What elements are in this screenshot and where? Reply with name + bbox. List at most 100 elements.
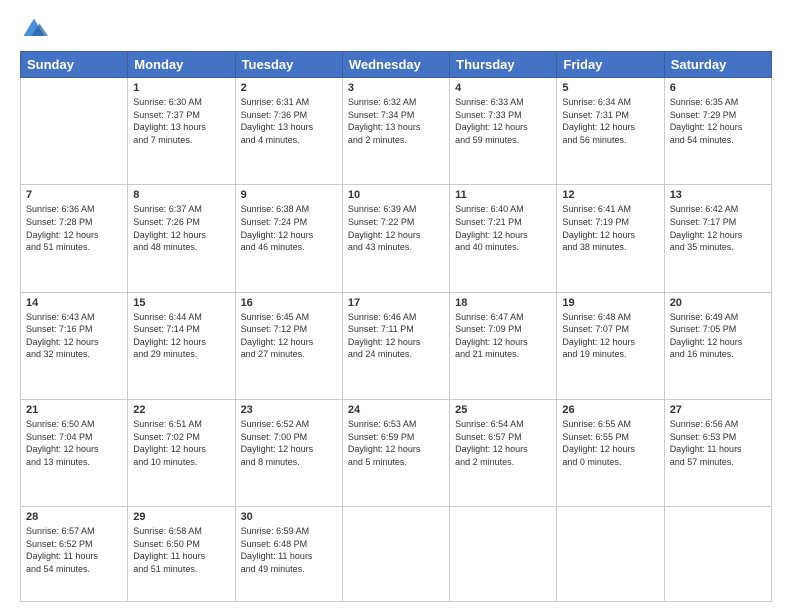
day-info: Sunrise: 6:49 AMSunset: 7:05 PMDaylight:… bbox=[670, 311, 766, 361]
calendar-week-row: 14 Sunrise: 6:43 AMSunset: 7:16 PMDayligh… bbox=[21, 292, 772, 399]
calendar-table: SundayMondayTuesdayWednesdayThursdayFrid… bbox=[20, 51, 772, 602]
day-info: Sunrise: 6:58 AMSunset: 6:50 PMDaylight:… bbox=[133, 525, 229, 575]
day-number: 14 bbox=[26, 297, 122, 309]
day-info: Sunrise: 6:34 AMSunset: 7:31 PMDaylight:… bbox=[562, 96, 658, 146]
day-number: 22 bbox=[133, 404, 229, 416]
calendar-cell: 18 Sunrise: 6:47 AMSunset: 7:09 PMDayligh… bbox=[450, 292, 557, 399]
calendar-cell: 20 Sunrise: 6:49 AMSunset: 7:05 PMDayligh… bbox=[664, 292, 771, 399]
calendar-cell bbox=[664, 507, 771, 602]
day-number: 28 bbox=[26, 511, 122, 523]
calendar-cell: 29 Sunrise: 6:58 AMSunset: 6:50 PMDayligh… bbox=[128, 507, 235, 602]
day-number: 4 bbox=[455, 82, 551, 94]
day-number: 26 bbox=[562, 404, 658, 416]
day-number: 21 bbox=[26, 404, 122, 416]
calendar-cell bbox=[21, 78, 128, 185]
logo bbox=[20, 15, 52, 43]
day-number: 17 bbox=[348, 297, 444, 309]
calendar-day-header: Monday bbox=[128, 52, 235, 78]
calendar-week-row: 21Sunrise: 6:50 AMSunset: 7:04 PMDayligh… bbox=[21, 399, 772, 506]
calendar-cell: 17 Sunrise: 6:46 AMSunset: 7:11 PMDayligh… bbox=[342, 292, 449, 399]
day-info: Sunrise: 6:47 AMSunset: 7:09 PMDaylight:… bbox=[455, 311, 551, 361]
calendar-cell: 7 Sunrise: 6:36 AMSunset: 7:28 PMDaylight… bbox=[21, 185, 128, 292]
calendar-cell: 14 Sunrise: 6:43 AMSunset: 7:16 PMDayligh… bbox=[21, 292, 128, 399]
day-number: 10 bbox=[348, 189, 444, 201]
calendar-day-header: Saturday bbox=[664, 52, 771, 78]
day-info: Sunrise: 6:35 AMSunset: 7:29 PMDaylight:… bbox=[670, 96, 766, 146]
day-number: 30 bbox=[241, 511, 337, 523]
calendar-cell: 9 Sunrise: 6:38 AMSunset: 7:24 PMDaylight… bbox=[235, 185, 342, 292]
calendar-cell: 13Sunrise: 6:42 AMSunset: 7:17 PMDayligh… bbox=[664, 185, 771, 292]
calendar-cell: 10Sunrise: 6:39 AMSunset: 7:22 PMDayligh… bbox=[342, 185, 449, 292]
calendar-cell: 30 Sunrise: 6:59 AMSunset: 6:48 PMDayligh… bbox=[235, 507, 342, 602]
day-number: 23 bbox=[241, 404, 337, 416]
calendar-cell: 6 Sunrise: 6:35 AMSunset: 7:29 PMDaylight… bbox=[664, 78, 771, 185]
calendar-cell: 11Sunrise: 6:40 AMSunset: 7:21 PMDayligh… bbox=[450, 185, 557, 292]
calendar-cell bbox=[557, 507, 664, 602]
day-info: Sunrise: 6:36 AMSunset: 7:28 PMDaylight:… bbox=[26, 203, 122, 253]
day-number: 13 bbox=[670, 189, 766, 201]
calendar-cell: 25Sunrise: 6:54 AMSunset: 6:57 PMDayligh… bbox=[450, 399, 557, 506]
day-info: Sunrise: 6:54 AMSunset: 6:57 PMDaylight:… bbox=[455, 418, 551, 468]
day-number: 20 bbox=[670, 297, 766, 309]
day-info: Sunrise: 6:31 AMSunset: 7:36 PMDaylight:… bbox=[241, 96, 337, 146]
day-number: 7 bbox=[26, 189, 122, 201]
calendar-day-header: Tuesday bbox=[235, 52, 342, 78]
day-info: Sunrise: 6:38 AMSunset: 7:24 PMDaylight:… bbox=[241, 203, 337, 253]
calendar-day-header: Thursday bbox=[450, 52, 557, 78]
calendar-week-row: 7 Sunrise: 6:36 AMSunset: 7:28 PMDaylight… bbox=[21, 185, 772, 292]
calendar-cell: 2 Sunrise: 6:31 AMSunset: 7:36 PMDaylight… bbox=[235, 78, 342, 185]
day-number: 2 bbox=[241, 82, 337, 94]
day-info: Sunrise: 6:52 AMSunset: 7:00 PMDaylight:… bbox=[241, 418, 337, 468]
day-number: 12 bbox=[562, 189, 658, 201]
day-number: 27 bbox=[670, 404, 766, 416]
day-number: 1 bbox=[133, 82, 229, 94]
day-info: Sunrise: 6:32 AMSunset: 7:34 PMDaylight:… bbox=[348, 96, 444, 146]
day-info: Sunrise: 6:37 AMSunset: 7:26 PMDaylight:… bbox=[133, 203, 229, 253]
day-info: Sunrise: 6:43 AMSunset: 7:16 PMDaylight:… bbox=[26, 311, 122, 361]
day-number: 19 bbox=[562, 297, 658, 309]
calendar-cell bbox=[450, 507, 557, 602]
calendar-cell: 23 Sunrise: 6:52 AMSunset: 7:00 PMDayligh… bbox=[235, 399, 342, 506]
day-number: 15 bbox=[133, 297, 229, 309]
calendar-cell: 27 Sunrise: 6:56 AMSunset: 6:53 PMDayligh… bbox=[664, 399, 771, 506]
day-info: Sunrise: 6:45 AMSunset: 7:12 PMDaylight:… bbox=[241, 311, 337, 361]
calendar-day-header: Wednesday bbox=[342, 52, 449, 78]
day-number: 18 bbox=[455, 297, 551, 309]
day-number: 16 bbox=[241, 297, 337, 309]
day-info: Sunrise: 6:46 AMSunset: 7:11 PMDaylight:… bbox=[348, 311, 444, 361]
calendar-cell: 8Sunrise: 6:37 AMSunset: 7:26 PMDaylight… bbox=[128, 185, 235, 292]
day-number: 6 bbox=[670, 82, 766, 94]
calendar-week-row: 1 Sunrise: 6:30 AMSunset: 7:37 PMDaylight… bbox=[21, 78, 772, 185]
calendar-cell: 21Sunrise: 6:50 AMSunset: 7:04 PMDayligh… bbox=[21, 399, 128, 506]
day-info: Sunrise: 6:56 AMSunset: 6:53 PMDaylight:… bbox=[670, 418, 766, 468]
calendar-cell: 15Sunrise: 6:44 AMSunset: 7:14 PMDayligh… bbox=[128, 292, 235, 399]
calendar-cell: 1 Sunrise: 6:30 AMSunset: 7:37 PMDaylight… bbox=[128, 78, 235, 185]
calendar-cell: 26Sunrise: 6:55 AMSunset: 6:55 PMDayligh… bbox=[557, 399, 664, 506]
header bbox=[20, 15, 772, 43]
day-number: 9 bbox=[241, 189, 337, 201]
calendar-cell: 4 Sunrise: 6:33 AMSunset: 7:33 PMDaylight… bbox=[450, 78, 557, 185]
day-number: 3 bbox=[348, 82, 444, 94]
day-info: Sunrise: 6:30 AMSunset: 7:37 PMDaylight:… bbox=[133, 96, 229, 146]
calendar-header-row: SundayMondayTuesdayWednesdayThursdayFrid… bbox=[21, 52, 772, 78]
calendar-cell: 16 Sunrise: 6:45 AMSunset: 7:12 PMDayligh… bbox=[235, 292, 342, 399]
day-info: Sunrise: 6:41 AMSunset: 7:19 PMDaylight:… bbox=[562, 203, 658, 253]
calendar-cell: 22Sunrise: 6:51 AMSunset: 7:02 PMDayligh… bbox=[128, 399, 235, 506]
day-number: 24 bbox=[348, 404, 444, 416]
calendar-cell bbox=[342, 507, 449, 602]
day-info: Sunrise: 6:40 AMSunset: 7:21 PMDaylight:… bbox=[455, 203, 551, 253]
page: SundayMondayTuesdayWednesdayThursdayFrid… bbox=[0, 0, 792, 612]
day-number: 5 bbox=[562, 82, 658, 94]
calendar-day-header: Sunday bbox=[21, 52, 128, 78]
day-info: Sunrise: 6:59 AMSunset: 6:48 PMDaylight:… bbox=[241, 525, 337, 575]
day-info: Sunrise: 6:48 AMSunset: 7:07 PMDaylight:… bbox=[562, 311, 658, 361]
day-number: 29 bbox=[133, 511, 229, 523]
day-info: Sunrise: 6:33 AMSunset: 7:33 PMDaylight:… bbox=[455, 96, 551, 146]
day-info: Sunrise: 6:53 AMSunset: 6:59 PMDaylight:… bbox=[348, 418, 444, 468]
calendar-cell: 24 Sunrise: 6:53 AMSunset: 6:59 PMDayligh… bbox=[342, 399, 449, 506]
calendar-cell: 3 Sunrise: 6:32 AMSunset: 7:34 PMDaylight… bbox=[342, 78, 449, 185]
calendar-day-header: Friday bbox=[557, 52, 664, 78]
calendar-week-row: 28 Sunrise: 6:57 AMSunset: 6:52 PMDayligh… bbox=[21, 507, 772, 602]
logo-icon bbox=[20, 15, 48, 43]
day-info: Sunrise: 6:57 AMSunset: 6:52 PMDaylight:… bbox=[26, 525, 122, 575]
